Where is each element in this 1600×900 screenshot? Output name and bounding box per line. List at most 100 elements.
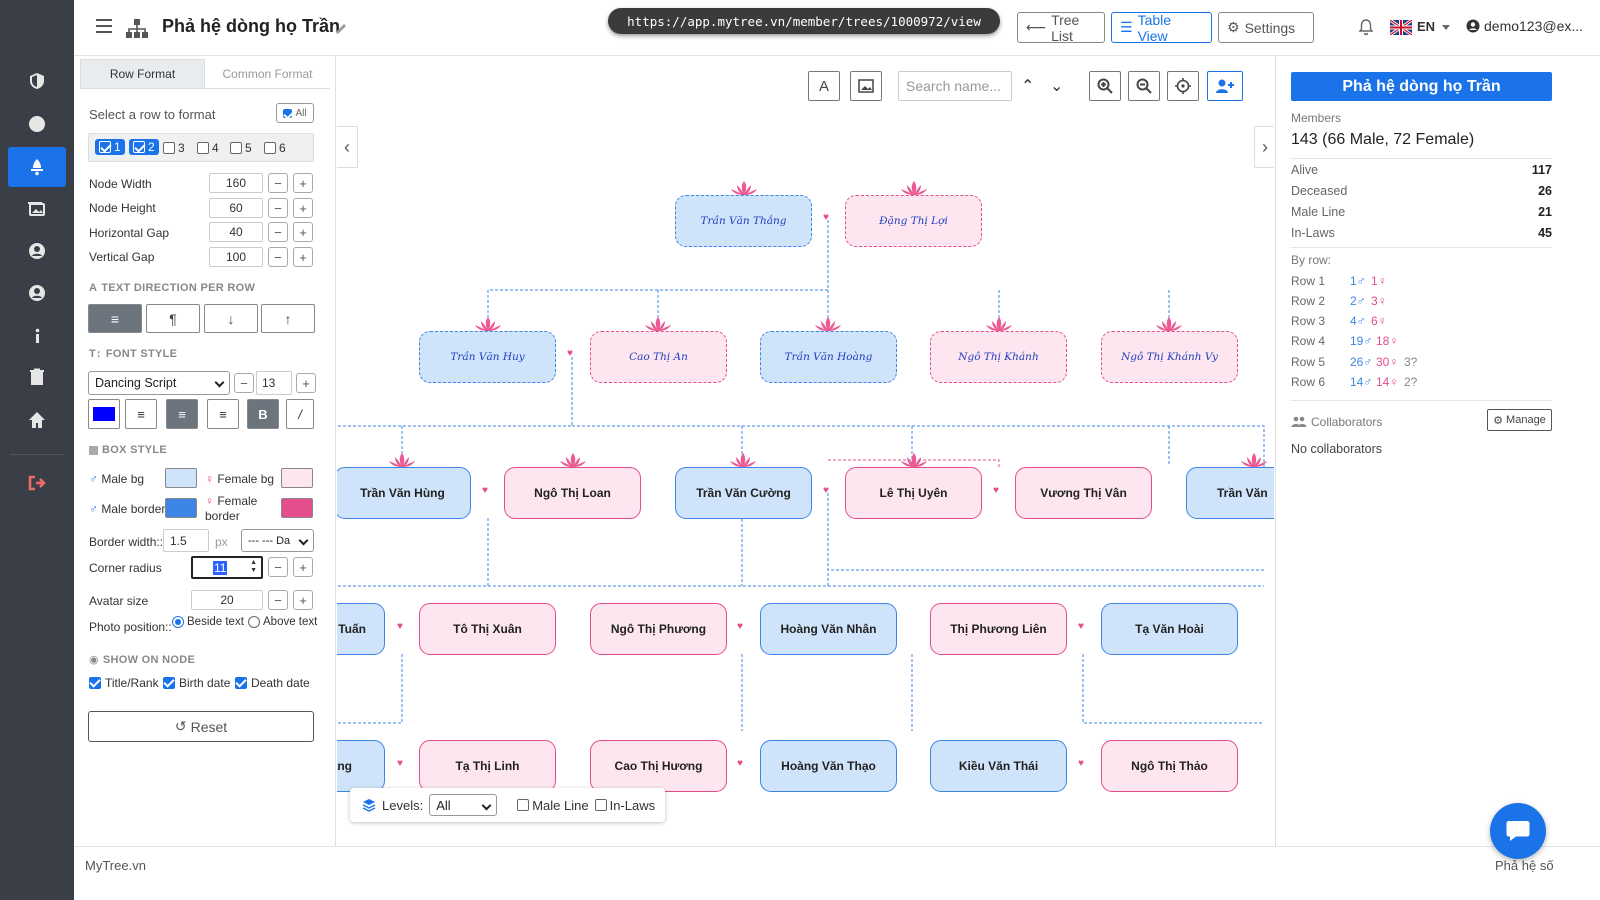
user-menu[interactable]: demo123@ex... [1466,18,1583,34]
account-icon[interactable] [8,273,66,313]
male-border-swatch[interactable] [165,498,197,518]
tree-node[interactable]: ang [337,740,385,792]
tree-node[interactable]: Ngô Thị Thảo [1101,740,1238,792]
home-icon[interactable] [8,400,66,440]
vgap-increment[interactable]: + [293,247,313,267]
pencil-icon[interactable] [334,22,348,36]
tree-node[interactable]: Ngô Thị Loan [504,467,641,519]
tree-node[interactable]: Đặng Thị Lợi [845,195,982,247]
caret-down-icon[interactable] [1442,25,1450,30]
tab-row-format[interactable]: Row Format [80,59,205,88]
tree-node[interactable]: Trần Văn Cường [675,467,812,519]
font-family-select[interactable]: Dancing Script [88,371,230,395]
beside-text-radio[interactable]: Beside text [172,616,244,628]
tree-node[interactable]: Tạ Văn Hoài [1101,603,1238,655]
tree-node[interactable]: Trần Văn Huy [419,331,556,383]
bold-button[interactable]: B [247,399,279,429]
circle-icon[interactable] [8,104,66,144]
trash-icon[interactable] [8,357,66,397]
border-width-input[interactable]: 1.5 [163,529,209,552]
direction-paragraph-button[interactable]: ¶ [146,304,200,333]
settings-button[interactable]: ⚙ Settings [1218,12,1314,43]
table-view-button[interactable]: ☰ Table View [1111,12,1212,44]
tree-node[interactable]: Hoàng Văn Nhân [760,603,897,655]
corner-radius-decrement[interactable]: − [268,557,288,577]
tree-node[interactable]: Trần Văn Thắng [675,195,812,247]
hgap-decrement[interactable]: − [268,222,288,242]
tree-node[interactable]: Thị Phương Liên [930,603,1067,655]
collapse-right-button[interactable]: › [1254,126,1274,168]
bell-icon[interactable] [1358,18,1374,36]
images-icon[interactable] [8,189,66,229]
tree-node[interactable]: Trần Văn [1186,467,1274,519]
direction-horizontal-button[interactable]: ≡ [88,304,142,333]
levels-select[interactable]: All [429,794,498,816]
node-height-decrement[interactable]: − [268,198,288,218]
tree-node[interactable]: Cao Thị An [590,331,727,383]
tree-title-button[interactable]: Phả hệ dòng họ Trần [1291,72,1552,101]
image-toggle-button[interactable] [850,71,882,101]
tab-common-format[interactable]: Common Format [205,59,330,88]
align-center-button[interactable]: ≡ [166,399,198,429]
tree-node[interactable]: Ngô Thị Khánh Vy [1101,331,1238,383]
italic-button[interactable]: / [286,399,314,429]
user-circle-icon[interactable] [8,231,66,271]
collapse-left-button[interactable]: ‹ [337,126,358,168]
male-bg-swatch[interactable] [165,468,197,488]
tree-node[interactable]: Tạ Thị Linh [419,740,556,792]
tree-node[interactable]: Trần Văn Hoàng [760,331,897,383]
logout-icon[interactable] [8,463,66,503]
node-height-input[interactable]: 60 [209,198,263,218]
font-size-increment[interactable]: + [296,373,316,393]
align-left-button[interactable]: ≡ [125,399,157,429]
row-checkbox-5[interactable]: 5 [230,141,252,155]
font-color-picker[interactable] [88,399,120,429]
row-checkbox-4[interactable]: 4 [197,141,219,155]
tree-node[interactable]: Cao Thị Hương [590,740,727,792]
corner-radius-increment[interactable]: + [293,557,313,577]
reset-button[interactable]: ↺ Reset [88,711,314,742]
font-size-input[interactable]: 13 [256,371,292,395]
vgap-decrement[interactable]: − [268,247,288,267]
select-all-button[interactable]: All [276,103,314,123]
tree-node[interactable]: Kiều Văn Thái [930,740,1067,792]
node-width-increment[interactable]: + [293,173,313,193]
birth-date-checkbox[interactable]: Birth date [163,676,230,690]
in-laws-checkbox[interactable]: In-Laws [594,798,655,813]
chat-button[interactable] [1490,803,1546,859]
zoom-out-button[interactable] [1128,71,1160,101]
search-input[interactable]: Search name... [898,71,1012,101]
zoom-in-button[interactable] [1089,71,1121,101]
row-checkbox-1[interactable]: 1 [95,139,125,155]
direction-up-button[interactable]: ↑ [261,304,315,333]
female-border-swatch[interactable] [281,498,313,518]
font-toggle-button[interactable]: A [808,71,840,101]
hamburger-icon[interactable] [96,19,112,37]
font-size-decrement[interactable]: − [234,373,254,393]
hgap-input[interactable]: 40 [209,222,263,242]
tree-node[interactable]: Ngô Thị Phương [590,603,727,655]
shield-icon[interactable] [8,61,66,101]
tree-node[interactable]: Tuấn [337,603,385,655]
tree-node[interactable]: Ngô Thị Khánh [930,331,1067,383]
chevron-up-icon[interactable]: ⌃ [1021,76,1034,96]
male-line-checkbox[interactable]: Male Line [517,798,589,813]
tree-canvas[interactable]: ‹ › A Search name... ⌃ ⌄ Trần Văn Thắng … [337,56,1274,846]
add-member-button[interactable] [1207,71,1243,101]
border-style-select[interactable]: --- --- Da [241,529,314,552]
tree-node[interactable]: Hoàng Văn Thạo [760,740,897,792]
above-text-radio[interactable]: Above text [248,616,317,628]
tree-node[interactable]: Tô Thị Xuân [419,603,556,655]
hgap-increment[interactable]: + [293,222,313,242]
center-button[interactable] [1167,71,1199,101]
corner-radius-input[interactable]: 11 ▲ ▼ [191,556,263,579]
death-date-checkbox[interactable]: Death date [235,676,310,690]
tree-node[interactable]: Vương Thị Vân [1015,467,1152,519]
node-height-increment[interactable]: + [293,198,313,218]
node-width-decrement[interactable]: − [268,173,288,193]
vgap-input[interactable]: 100 [209,247,263,267]
title-rank-checkbox[interactable]: Title/Rank [89,676,159,690]
row-checkbox-6[interactable]: 6 [264,141,286,155]
avatar-size-decrement[interactable]: − [268,590,288,610]
spinner-icon[interactable]: ▲ ▼ [250,559,257,575]
